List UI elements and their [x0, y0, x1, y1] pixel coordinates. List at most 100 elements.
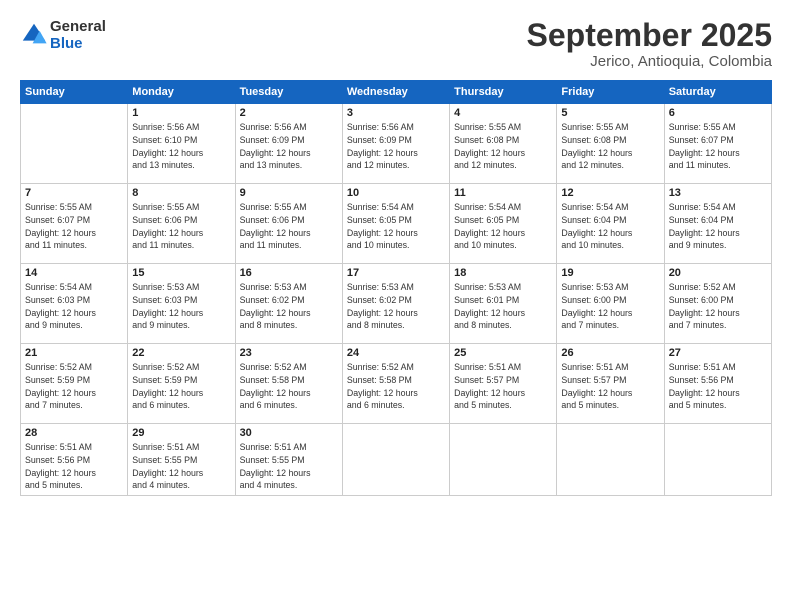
day-info: Sunrise: 5:55 AM Sunset: 6:08 PM Dayligh…: [454, 121, 552, 172]
day-number: 13: [669, 187, 767, 199]
day-number: 29: [132, 427, 230, 439]
calendar-week-4: 21 Sunrise: 5:52 AM Sunset: 5:59 PM Dayli…: [21, 344, 772, 424]
day-info: Sunrise: 5:53 AM Sunset: 6:02 PM Dayligh…: [240, 281, 338, 332]
day-number: 17: [347, 267, 445, 279]
calendar-cell: 11 Sunrise: 5:54 AM Sunset: 6:05 PM Dayli…: [450, 184, 557, 264]
calendar-cell: [342, 424, 449, 496]
calendar-cell: 4 Sunrise: 5:55 AM Sunset: 6:08 PM Daylig…: [450, 104, 557, 184]
calendar-week-2: 7 Sunrise: 5:55 AM Sunset: 6:07 PM Daylig…: [21, 184, 772, 264]
col-tuesday: Tuesday: [235, 81, 342, 104]
day-info: Sunrise: 5:51 AM Sunset: 5:56 PM Dayligh…: [669, 361, 767, 412]
calendar-cell: [664, 424, 771, 496]
day-number: 22: [132, 347, 230, 359]
day-number: 19: [561, 267, 659, 279]
day-number: 14: [25, 267, 123, 279]
logo: General Blue: [20, 18, 106, 52]
col-saturday: Saturday: [664, 81, 771, 104]
day-info: Sunrise: 5:51 AM Sunset: 5:57 PM Dayligh…: [561, 361, 659, 412]
calendar-cell: 30 Sunrise: 5:51 AM Sunset: 5:55 PM Dayli…: [235, 424, 342, 496]
day-info: Sunrise: 5:53 AM Sunset: 6:02 PM Dayligh…: [347, 281, 445, 332]
day-info: Sunrise: 5:53 AM Sunset: 6:00 PM Dayligh…: [561, 281, 659, 332]
day-info: Sunrise: 5:54 AM Sunset: 6:05 PM Dayligh…: [454, 201, 552, 252]
calendar-cell: 16 Sunrise: 5:53 AM Sunset: 6:02 PM Dayli…: [235, 264, 342, 344]
day-number: 1: [132, 107, 230, 119]
calendar-cell: 10 Sunrise: 5:54 AM Sunset: 6:05 PM Dayli…: [342, 184, 449, 264]
calendar-cell: 3Sunrise: 5:56 AM Sunset: 6:09 PM Daylig…: [342, 104, 449, 184]
day-info: Sunrise: 5:56 AM Sunset: 6:10 PM Dayligh…: [132, 121, 230, 172]
calendar-table: Sunday Monday Tuesday Wednesday Thursday…: [20, 80, 772, 496]
day-number: 2: [240, 107, 338, 119]
calendar-cell: 21 Sunrise: 5:52 AM Sunset: 5:59 PM Dayli…: [21, 344, 128, 424]
calendar-week-5: 28 Sunrise: 5:51 AM Sunset: 5:56 PM Dayli…: [21, 424, 772, 496]
col-friday: Friday: [557, 81, 664, 104]
day-number: 15: [132, 267, 230, 279]
calendar-cell: 25 Sunrise: 5:51 AM Sunset: 5:57 PM Dayli…: [450, 344, 557, 424]
day-info: Sunrise: 5:52 AM Sunset: 5:58 PM Dayligh…: [347, 361, 445, 412]
day-info: Sunrise: 5:52 AM Sunset: 5:58 PM Dayligh…: [240, 361, 338, 412]
col-sunday: Sunday: [21, 81, 128, 104]
calendar-cell: 2 Sunrise: 5:56 AM Sunset: 6:09 PM Daylig…: [235, 104, 342, 184]
header: General Blue September 2025 Jerico, Anti…: [20, 18, 772, 70]
day-info: Sunrise: 5:54 AM Sunset: 6:05 PM Dayligh…: [347, 201, 445, 252]
calendar-cell: 24 Sunrise: 5:52 AM Sunset: 5:58 PM Dayli…: [342, 344, 449, 424]
calendar-cell: 29 Sunrise: 5:51 AM Sunset: 5:55 PM Dayli…: [128, 424, 235, 496]
calendar-cell: 13Sunrise: 5:54 AM Sunset: 6:04 PM Dayli…: [664, 184, 771, 264]
day-number: 12: [561, 187, 659, 199]
day-info: Sunrise: 5:51 AM Sunset: 5:55 PM Dayligh…: [132, 441, 230, 492]
calendar-cell: 27Sunrise: 5:51 AM Sunset: 5:56 PM Dayli…: [664, 344, 771, 424]
calendar-cell: 8 Sunrise: 5:55 AM Sunset: 6:06 PM Daylig…: [128, 184, 235, 264]
calendar-cell: 15Sunrise: 5:53 AM Sunset: 6:03 PM Dayli…: [128, 264, 235, 344]
logo-icon: [20, 21, 48, 49]
calendar-cell: 6Sunrise: 5:55 AM Sunset: 6:07 PM Daylig…: [664, 104, 771, 184]
calendar-cell: 14 Sunrise: 5:54 AM Sunset: 6:03 PM Dayli…: [21, 264, 128, 344]
day-info: Sunrise: 5:52 AM Sunset: 6:00 PM Dayligh…: [669, 281, 767, 332]
day-number: 4: [454, 107, 552, 119]
calendar-subtitle: Jerico, Antioquia, Colombia: [527, 53, 772, 70]
day-info: Sunrise: 5:55 AM Sunset: 6:06 PM Dayligh…: [240, 201, 338, 252]
day-number: 30: [240, 427, 338, 439]
day-info: Sunrise: 5:51 AM Sunset: 5:57 PM Dayligh…: [454, 361, 552, 412]
calendar-week-1: 1 Sunrise: 5:56 AM Sunset: 6:10 PM Daylig…: [21, 104, 772, 184]
col-wednesday: Wednesday: [342, 81, 449, 104]
day-info: Sunrise: 5:52 AM Sunset: 5:59 PM Dayligh…: [132, 361, 230, 412]
day-info: Sunrise: 5:53 AM Sunset: 6:01 PM Dayligh…: [454, 281, 552, 332]
calendar-cell: 12 Sunrise: 5:54 AM Sunset: 6:04 PM Dayli…: [557, 184, 664, 264]
day-info: Sunrise: 5:55 AM Sunset: 6:06 PM Dayligh…: [132, 201, 230, 252]
day-info: Sunrise: 5:54 AM Sunset: 6:03 PM Dayligh…: [25, 281, 123, 332]
day-number: 3: [347, 107, 445, 119]
day-number: 6: [669, 107, 767, 119]
calendar-cell: 9Sunrise: 5:55 AM Sunset: 6:06 PM Daylig…: [235, 184, 342, 264]
logo-text: General Blue: [50, 18, 106, 52]
day-info: Sunrise: 5:56 AM Sunset: 6:09 PM Dayligh…: [240, 121, 338, 172]
calendar-cell: 19 Sunrise: 5:53 AM Sunset: 6:00 PM Dayli…: [557, 264, 664, 344]
day-info: Sunrise: 5:51 AM Sunset: 5:55 PM Dayligh…: [240, 441, 338, 492]
calendar-header: Sunday Monday Tuesday Wednesday Thursday…: [21, 81, 772, 104]
day-info: Sunrise: 5:55 AM Sunset: 6:07 PM Dayligh…: [25, 201, 123, 252]
calendar-cell: 1 Sunrise: 5:56 AM Sunset: 6:10 PM Daylig…: [128, 104, 235, 184]
calendar-cell: 5Sunrise: 5:55 AM Sunset: 6:08 PM Daylig…: [557, 104, 664, 184]
day-number: 8: [132, 187, 230, 199]
day-number: 7: [25, 187, 123, 199]
day-number: 10: [347, 187, 445, 199]
day-number: 21: [25, 347, 123, 359]
title-block: September 2025 Jerico, Antioquia, Colomb…: [527, 18, 772, 70]
day-number: 11: [454, 187, 552, 199]
day-info: Sunrise: 5:51 AM Sunset: 5:56 PM Dayligh…: [25, 441, 123, 492]
day-number: 28: [25, 427, 123, 439]
col-monday: Monday: [128, 81, 235, 104]
day-number: 26: [561, 347, 659, 359]
day-info: Sunrise: 5:54 AM Sunset: 6:04 PM Dayligh…: [561, 201, 659, 252]
calendar-title: September 2025: [527, 18, 772, 53]
calendar-cell: 22 Sunrise: 5:52 AM Sunset: 5:59 PM Dayli…: [128, 344, 235, 424]
day-number: 24: [347, 347, 445, 359]
day-number: 25: [454, 347, 552, 359]
day-number: 20: [669, 267, 767, 279]
header-row: Sunday Monday Tuesday Wednesday Thursday…: [21, 81, 772, 104]
day-number: 18: [454, 267, 552, 279]
calendar-cell: 7 Sunrise: 5:55 AM Sunset: 6:07 PM Daylig…: [21, 184, 128, 264]
calendar-cell: [21, 104, 128, 184]
day-info: Sunrise: 5:52 AM Sunset: 5:59 PM Dayligh…: [25, 361, 123, 412]
calendar-cell: 17 Sunrise: 5:53 AM Sunset: 6:02 PM Dayli…: [342, 264, 449, 344]
day-number: 16: [240, 267, 338, 279]
calendar-week-3: 14 Sunrise: 5:54 AM Sunset: 6:03 PM Dayli…: [21, 264, 772, 344]
